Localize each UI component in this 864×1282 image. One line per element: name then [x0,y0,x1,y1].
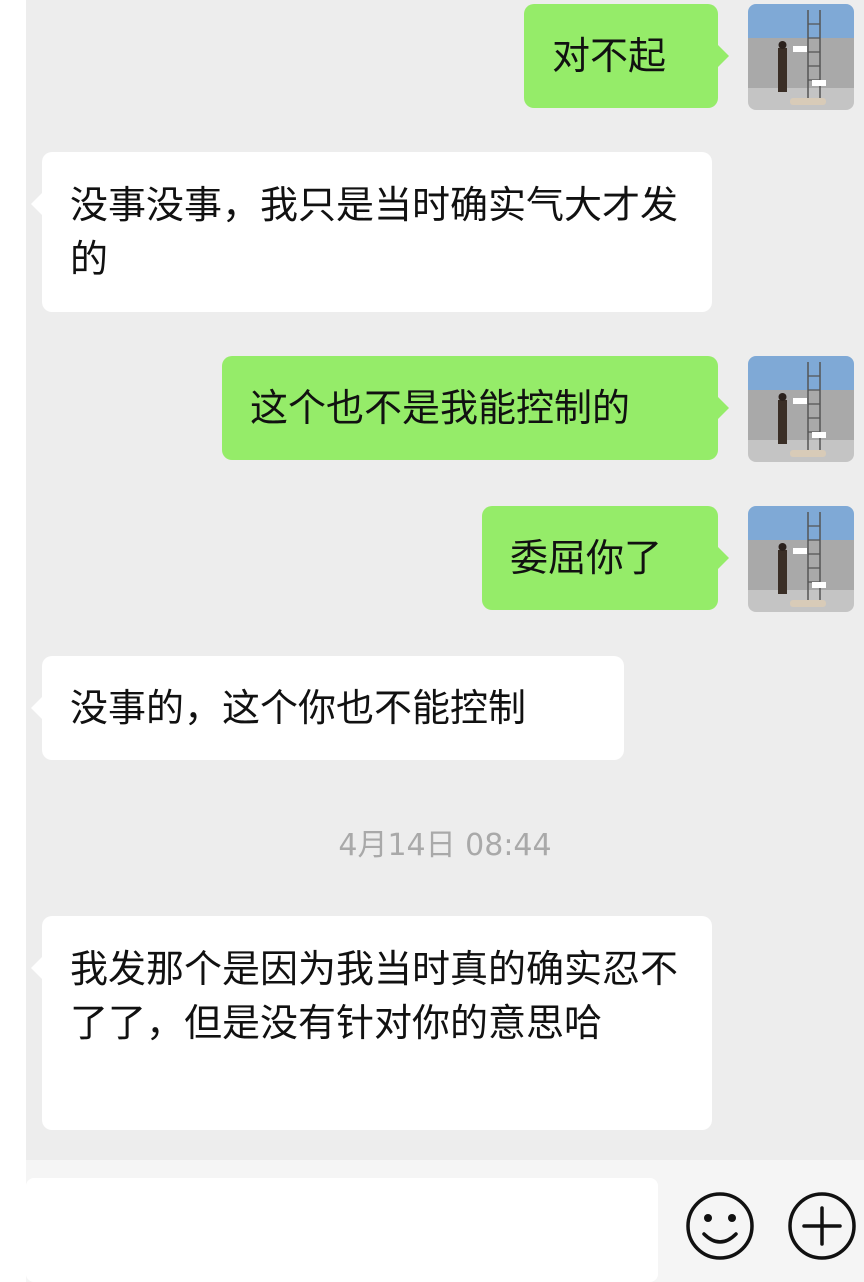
message-input[interactable] [26,1178,658,1282]
avatar-scene-image [748,506,854,612]
outgoing-message-bubble[interactable]: 委屈你了 [482,506,729,610]
outgoing-message-bubble[interactable]: 对不起 [524,4,729,108]
avatar-scene-image [748,356,854,462]
chat-screen: 对不起 没事没事，我只是当时确实气大才发的 这个也不是我能控制的 委屈你了 没事… [0,0,864,1282]
emoji-smile-icon [686,1192,754,1260]
plus-circle-icon [788,1192,856,1260]
my-avatar[interactable] [748,4,854,110]
message-timestamp: 4月14日 08:44 [338,828,552,863]
avatar-scene-image [748,4,854,110]
my-avatar[interactable] [748,506,854,612]
my-avatar[interactable] [748,356,854,462]
outgoing-message-bubble[interactable]: 这个也不是我能控制的 [222,356,729,460]
incoming-message-bubble[interactable]: 我发那个是因为我当时真的确实忍不了了，但是没有针对你的意思哈 [31,916,712,1130]
more-options-button[interactable] [786,1190,858,1282]
emoji-button[interactable] [684,1190,756,1282]
incoming-message-bubble[interactable]: 没事没事，我只是当时确实气大才发的 [31,152,712,312]
incoming-message-bubble[interactable]: 没事的，这个你也不能控制 [31,656,624,760]
